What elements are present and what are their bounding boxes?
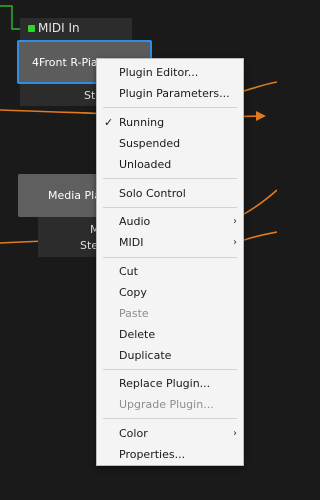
menu-item-label: Replace Plugin...	[119, 377, 211, 390]
menu-item-duplicate[interactable]: Duplicate	[97, 345, 243, 366]
wire-arrow	[256, 111, 266, 121]
check-icon: ✓	[104, 116, 114, 129]
menu-item-paste: Paste	[97, 303, 243, 324]
menu-item-suspended[interactable]: Suspended	[97, 133, 243, 154]
menu-item-label: Plugin Parameters...	[119, 87, 230, 100]
menu-item-copy[interactable]: Copy	[97, 282, 243, 303]
chevron-right-icon: ›	[233, 237, 237, 248]
menu-separator	[103, 257, 237, 258]
menu-separator	[103, 178, 237, 179]
node-context-menu: Plugin Editor... Plugin Parameters... ✓ …	[96, 58, 244, 466]
menu-item-running[interactable]: ✓ Running	[97, 112, 243, 133]
menu-item-upgrade-plugin: Upgrade Plugin...	[97, 394, 243, 415]
menu-item-label: Upgrade Plugin...	[119, 398, 214, 411]
midi-in-pin[interactable]	[28, 25, 35, 32]
menu-item-label: Solo Control	[119, 187, 186, 200]
menu-item-replace-plugin[interactable]: Replace Plugin...	[97, 373, 243, 394]
chevron-right-icon: ›	[233, 428, 237, 439]
menu-item-label: Properties...	[119, 448, 186, 461]
menu-item-properties[interactable]: Properties...	[97, 444, 243, 465]
menu-item-color[interactable]: Color ›	[97, 423, 243, 444]
menu-item-label: Audio	[119, 215, 151, 228]
menu-item-label: Color	[119, 427, 148, 440]
menu-separator	[103, 418, 237, 419]
menu-item-plugin-parameters[interactable]: Plugin Parameters...	[97, 83, 243, 104]
menu-item-label: Copy	[119, 286, 147, 299]
menu-item-label: Unloaded	[119, 158, 172, 171]
menu-item-unloaded[interactable]: Unloaded	[97, 154, 243, 175]
menu-item-solo-control[interactable]: Solo Control	[97, 183, 243, 204]
menu-item-label: Paste	[119, 307, 149, 320]
menu-item-cut[interactable]: Cut	[97, 261, 243, 282]
chevron-right-icon: ›	[233, 216, 237, 227]
audio-wire-5	[243, 231, 277, 241]
menu-item-label: Delete	[119, 328, 156, 341]
menu-separator	[103, 107, 237, 108]
menu-item-midi[interactable]: MIDI ›	[97, 232, 243, 253]
menu-item-label: Running	[119, 116, 165, 129]
menu-separator	[103, 369, 237, 370]
menu-item-label: Suspended	[119, 137, 181, 150]
menu-item-label: Duplicate	[119, 349, 172, 362]
menu-item-plugin-editor[interactable]: Plugin Editor...	[97, 62, 243, 83]
midi-in-label: MIDI In	[38, 21, 80, 35]
menu-item-delete[interactable]: Delete	[97, 324, 243, 345]
audio-wire-3	[243, 189, 277, 215]
menu-item-label: Plugin Editor...	[119, 66, 199, 79]
menu-item-label: Cut	[119, 265, 138, 278]
menu-item-audio[interactable]: Audio ›	[97, 211, 243, 232]
menu-item-label: MIDI	[119, 236, 144, 249]
menu-separator	[103, 207, 237, 208]
audio-wire-2	[239, 81, 277, 93]
